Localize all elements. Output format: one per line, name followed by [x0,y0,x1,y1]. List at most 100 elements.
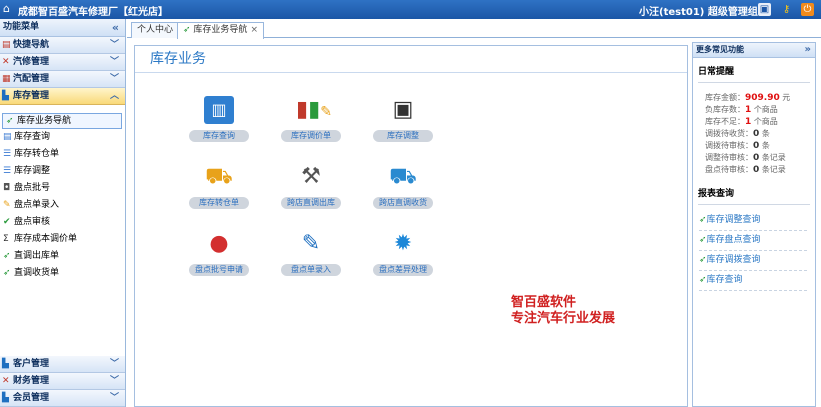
sidebar-item-batch[interactable]: ◘ 盘点批号 [0,180,125,197]
finance-icon: ✕ [2,376,10,386]
func-batch-apply[interactable]: ● 盘点批号申请 [187,230,251,276]
reminder-item: 库存金额：909.90 元 [705,93,791,103]
chevron-down-icon: ﹀ [109,393,119,403]
close-tab-icon[interactable]: × [250,25,258,35]
sidebar-item-inventory-nav[interactable]: ➶ 库存业务导航 [2,113,122,129]
section-label: 汽配管理 [13,74,50,84]
func-label: 跨店直调收货 [373,197,433,209]
report-link-adjust[interactable]: ➶库存调整查询 [699,211,807,231]
func-direct-receive[interactable]: ⛟ 跨店直调收货 [371,163,435,209]
report-link-count[interactable]: ➶库存盘点查询 [699,231,807,251]
section-label: 财务管理 [13,376,50,386]
new-badge-icon: ● [209,231,229,256]
right-panel-header: 更多常见功能 » [693,43,815,58]
top-bar: ⌂ 成都智百盛汽车修理厂【红光店】 小汪(test01) 超级管理组 ▣ ⚷ ⏻ [0,0,821,19]
sidebar-item-label: 直调收货单 [14,268,60,278]
form-pen-icon: ✎ [301,231,321,256]
reminder-item: 调拨待收货：0 条 [705,129,770,139]
parts-icon: ▦ [2,74,11,84]
sidebar-item-label: 库存业务导航 [17,116,72,126]
sidebar-section-finance[interactable]: ✕ 财务管理 ﹀ [0,373,125,390]
user-info: 小汪(test01) 超级管理组 [639,7,758,18]
sidebar-item-label: 盘点单录入 [14,200,60,210]
func-diff-process[interactable]: ✹ 盘点差异处理 [371,230,435,276]
func-transfer-order[interactable]: ⛟ 库存转仓单 [187,163,251,209]
reminder-item: 负库存数：1 个商品 [705,105,778,115]
section-label: 汽修管理 [13,57,50,67]
report-icon: ➶ [699,215,707,225]
expand-panel-icon[interactable]: » [805,43,811,57]
shortcut-icon: ▤ [2,40,11,50]
func-label: 库存调整 [373,130,433,142]
sidebar-item-adjust[interactable]: ☰ 库存调整 [0,163,125,180]
tab-label: 个人中心 [137,25,174,35]
chart-pen-icon: ▮▮✎ [296,97,332,122]
func-stock-adjust[interactable]: ▣ 库存调整 [371,96,435,142]
sidebar: 功能菜单 « ▤ 快捷导航 ﹀ ✕ 汽修管理 ﹀ ▦ 汽配管理 ﹀ ▙ 库存管理 ︿ ➶… [0,19,126,407]
report-icon: ➶ [699,275,707,285]
sidebar-section-members[interactable]: ▙ 会员管理 ﹀ [0,390,125,407]
hand-truck-icon: ⚒ [301,164,321,189]
right-panel-title: 更多常见功能 [696,45,744,54]
sidebar-section-repair[interactable]: ✕ 汽修管理 ﹀ [0,54,125,71]
sidebar-item-label: 库存成本调价单 [14,234,78,244]
section-label: 会员管理 [13,393,50,403]
tab-inventory-nav[interactable]: ➶ 库存业务导航 × [177,22,264,39]
chevron-down-icon: ﹀ [109,40,119,50]
sidebar-header: 功能菜单 « [0,19,125,37]
func-label: 盘点单录入 [281,264,341,276]
sidebar-item-label: 库存转仓单 [14,149,60,159]
reminder-item: 库存不足：1 个商品 [705,117,778,127]
brand-line-1: 智百盛软件 [511,295,577,310]
sidebar-item-label: 直调出库单 [14,251,60,261]
sidebar-section-parts[interactable]: ▦ 汽配管理 ﹀ [0,71,125,88]
truck-icon: ➶ [3,268,11,278]
tab-bar: 个人中心 ➶ 库存业务导航 × [127,19,821,39]
func-label: 跨店直调出库 [281,197,341,209]
func-inventory-query[interactable]: ▥ 库存查询 [187,96,251,142]
home-icon[interactable]: ⌂ [3,3,15,15]
app-title: 成都智百盛汽车修理厂【红光店】 [18,7,168,18]
truck-icon: ⛟ [205,164,233,189]
sidebar-section-inventory[interactable]: ▙ 库存管理 ︿ [0,88,125,105]
sidebar-item-count-review[interactable]: ✔ 盘点审核 [0,214,125,231]
func-price-adjust[interactable]: ▮▮✎ 库存调价单 [279,96,343,142]
func-direct-out[interactable]: ⚒ 跨店直调出库 [279,163,343,209]
sidebar-section-shortcuts[interactable]: ▤ 快捷导航 ﹀ [0,37,125,54]
sidebar-item-inventory-query[interactable]: ▤ 库存查询 [0,129,125,146]
right-panel: 更多常见功能 » 日常提醒 库存金额：909.90 元 负库存数：1 个商品 库… [692,42,816,407]
report-icon: ➶ [699,255,707,265]
collapse-sidebar-icon[interactable]: « [112,19,119,36]
tab-personal-center[interactable]: 个人中心 [131,22,180,38]
key-icon[interactable]: ⚷ [780,3,793,16]
tab-label: 库存业务导航 [193,25,248,35]
document-icon: ▤ [3,132,12,142]
sidebar-item-direct-out[interactable]: ➶ 直调出库单 [0,248,125,265]
func-label: 库存转仓单 [189,197,249,209]
customer-icon: ▙ [2,359,9,369]
sidebar-item-cost-adjust[interactable]: Σ 库存成本调价单 [0,231,125,248]
pencil-icon: ✎ [3,200,11,210]
truck-icon: ➶ [3,251,11,261]
reminder-item: 调拨待审核：0 条 [705,141,770,151]
report-link-inventory[interactable]: ➶库存查询 [699,271,807,291]
report-title: 报表查询 [698,186,810,205]
sidebar-section-customers[interactable]: ▙ 客户管理 ﹀ [0,356,125,373]
logout-icon[interactable]: ⏻ [801,3,814,16]
member-icon: ▙ [2,393,9,403]
sidebar-item-count-entry[interactable]: ✎ 盘点单录入 [0,197,125,214]
list-icon: ☰ [3,166,12,176]
report-icon: ➶ [699,235,707,245]
sidebar-item-direct-in[interactable]: ➶ 直调收货单 [0,265,125,282]
sigma-icon: Σ [3,234,9,244]
section-label: 库存管理 [13,91,50,101]
list-icon: ☰ [3,149,12,159]
func-count-entry[interactable]: ✎ 盘点单录入 [279,230,343,276]
sidebar-item-transfer[interactable]: ☰ 库存转仓单 [0,146,125,163]
report-link-transfer[interactable]: ➶库存调拨查询 [699,251,807,271]
gear-icon: ✹ [393,231,413,256]
sidebar-title: 功能菜单 [3,22,40,32]
bar-chart-icon: ▥ [204,96,234,124]
monitor-icon[interactable]: ▣ [758,3,771,16]
main-panel: 库存业务 ▥ 库存查询 ▮▮✎ 库存调价单 ▣ 库存调整 ⛟ 库存转仓单 ⚒ 跨… [134,45,688,407]
